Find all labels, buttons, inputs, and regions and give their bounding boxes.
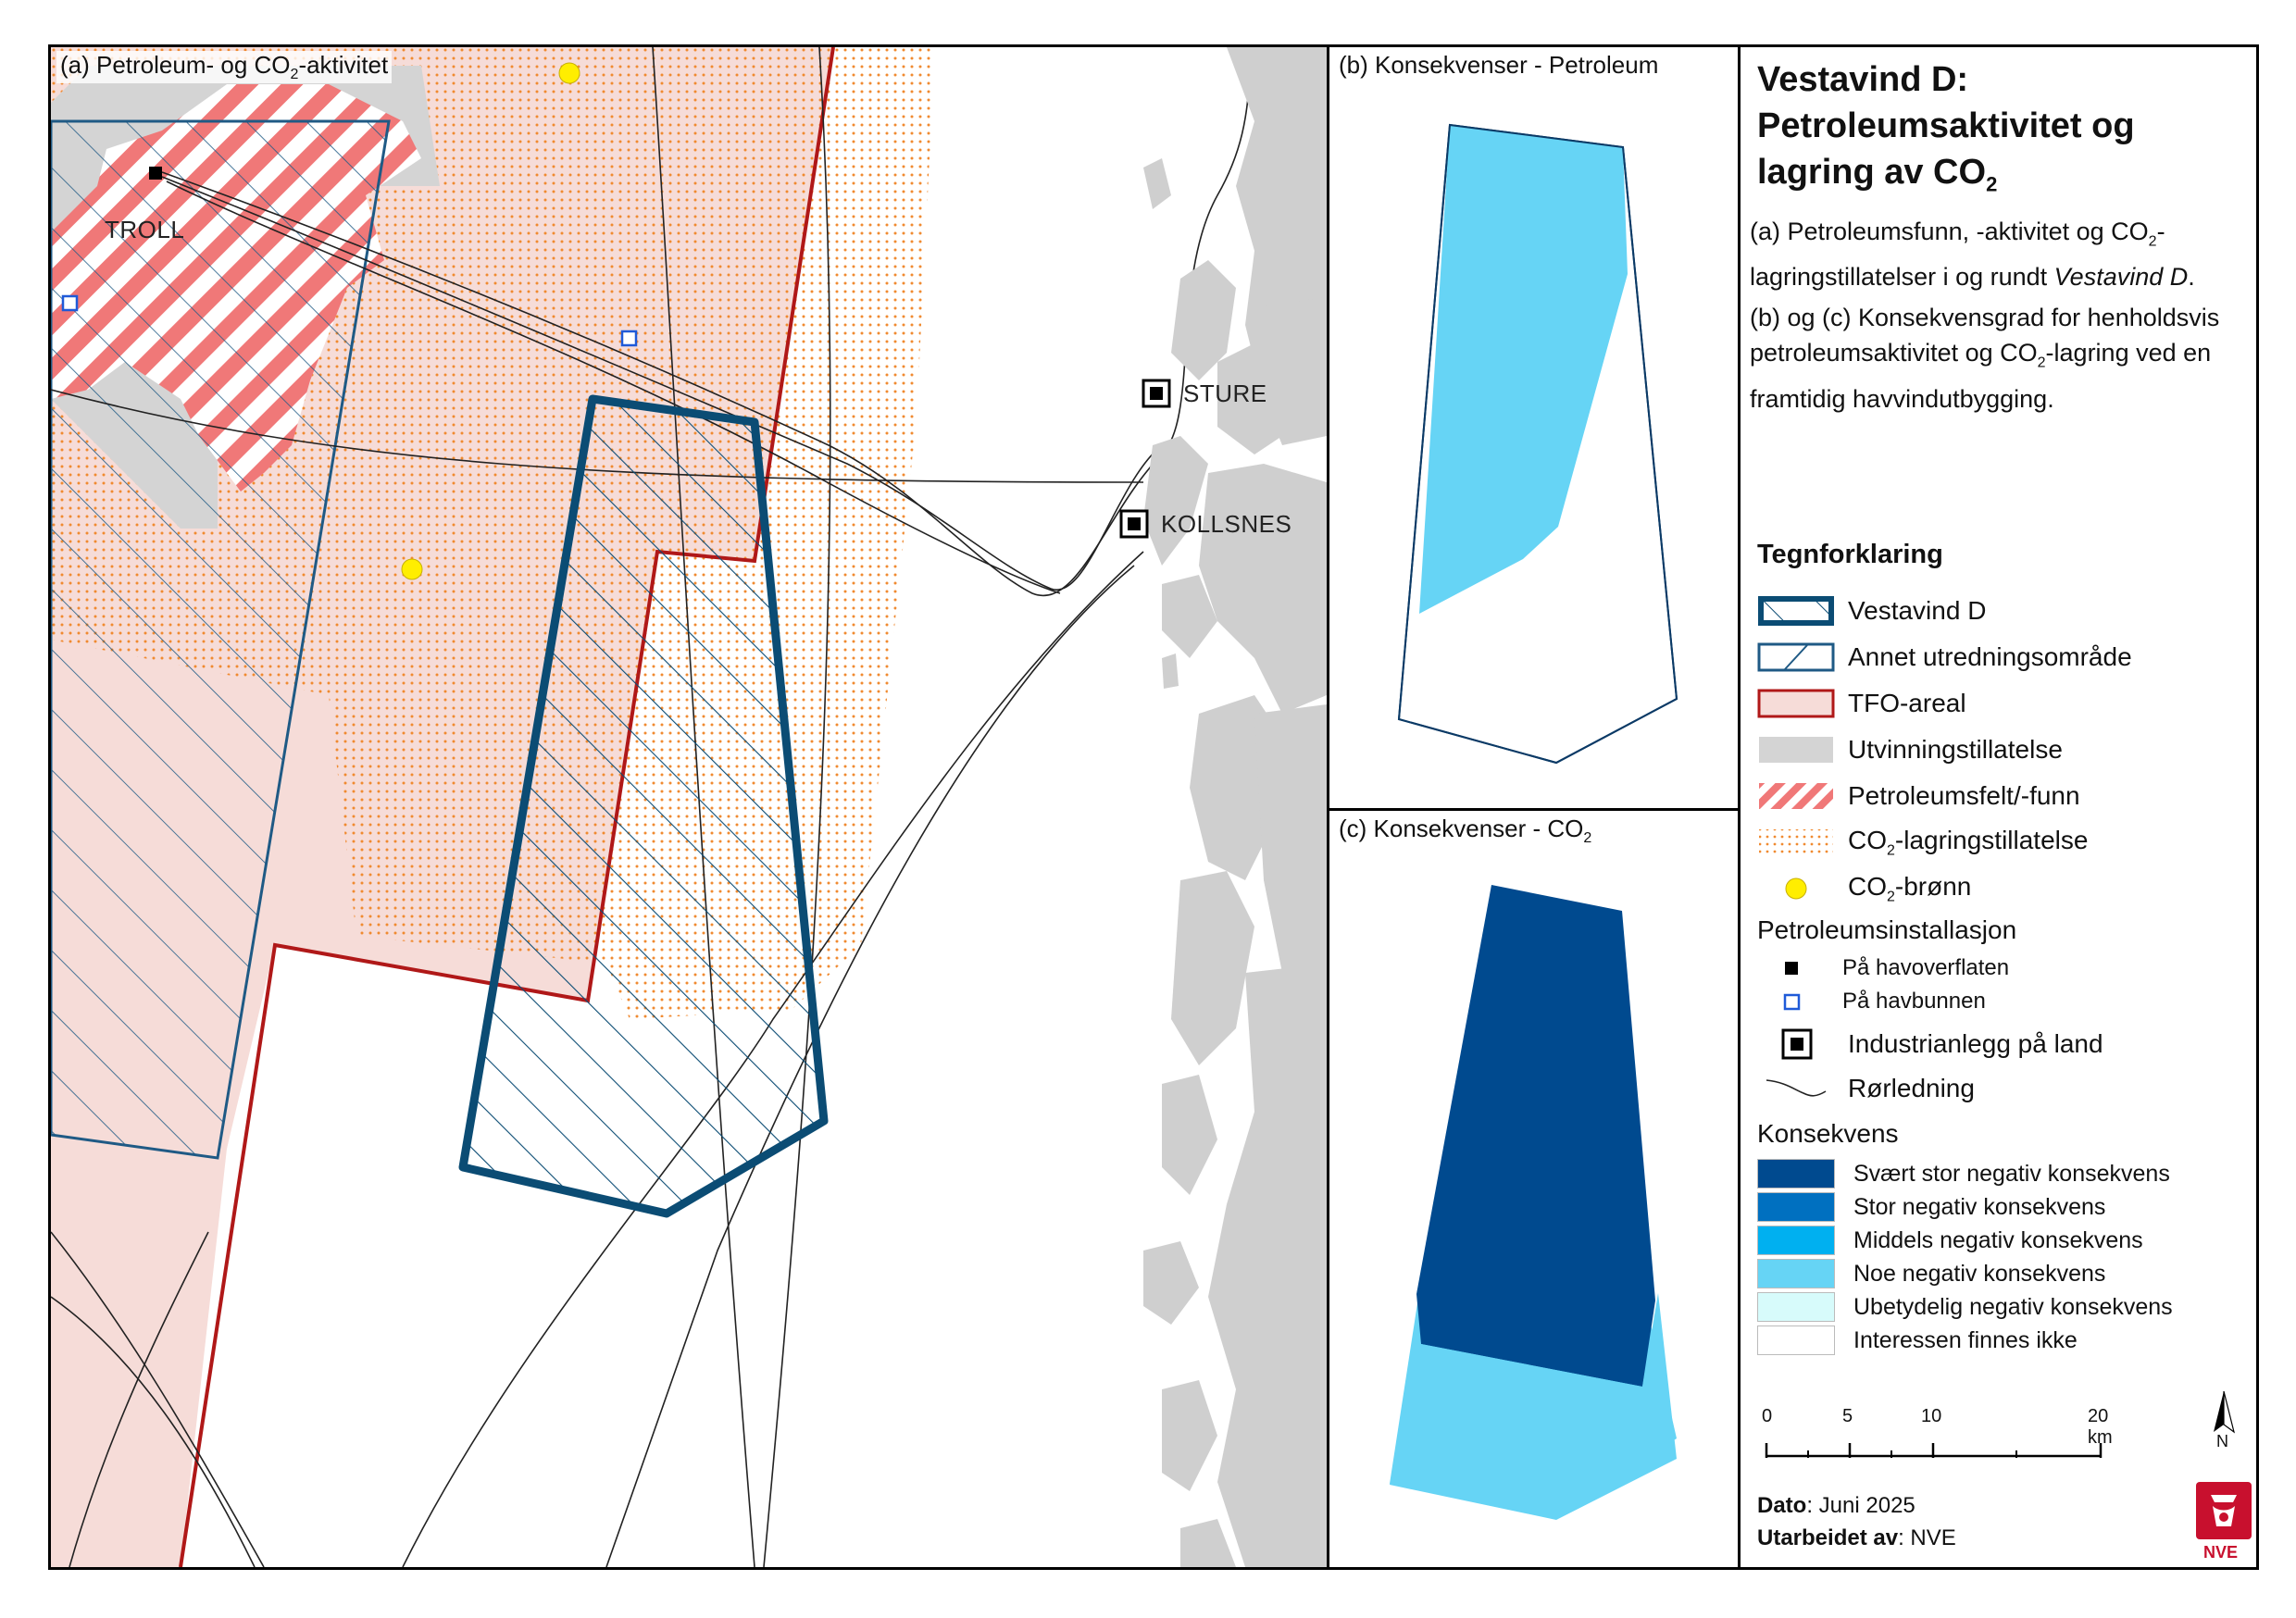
panel-b-petroleum: (b) Konsekvenser - Petroleum — [1329, 47, 1738, 808]
legend-title: Tegnforklaring — [1757, 540, 1943, 569]
legend-konsekvens-title: Konsekvens — [1757, 1119, 1899, 1148]
consequence-area-svaert-stor — [1416, 885, 1655, 1387]
legend-industrianlegg: Industrianlegg på land — [1757, 1027, 2103, 1062]
place-label-kollsnes: KOLLSNES — [1161, 510, 1292, 538]
panel-c-title: (c) Konsekvenser - CO2 — [1335, 815, 1596, 848]
legend-installasjon-overflate: På havoverflaten — [1778, 954, 2009, 982]
legend-vestavind: Vestavind D — [1757, 593, 1986, 629]
legend-co2-lagring: CO2-lagringstillatelse — [1757, 825, 2088, 860]
legend-konsekvens-stor: Stor negativ konsekvens — [1757, 1191, 2105, 1223]
legend-petroleumsfelt: Petroleumsfelt/-funn — [1757, 778, 2080, 814]
north-arrow-icon: N — [2208, 1389, 2240, 1454]
dato-text: Dato: Juni 2025 — [1757, 1493, 1915, 1518]
co2-well — [558, 62, 580, 84]
utarbeidet-text: Utarbeidet av: NVE — [1757, 1525, 1956, 1550]
installation-seabed — [620, 330, 638, 347]
legend-installasjon-havbunn: På havbunnen — [1778, 988, 1986, 1015]
panel-b-title: (b) Konsekvenser - Petroleum — [1335, 51, 1663, 80]
panel-b-svg — [1397, 123, 1678, 765]
legend-konsekvens-svaert-stor: Svært stor negativ konsekvens — [1757, 1158, 2170, 1189]
legend-utvinningstillatelse: Utvinningstillatelse — [1757, 732, 2063, 767]
installation-seabed — [61, 294, 79, 312]
map-title: Vestavind D: Petroleumsaktivitet og lagr… — [1757, 60, 2135, 196]
industrial-facility-sture — [1142, 379, 1171, 408]
panel-a-title: (a) Petroleum- og CO2-aktivitet — [56, 51, 393, 84]
installation-surface — [149, 167, 162, 180]
legend-rorledning: Rørledning — [1757, 1071, 1975, 1106]
industrial-facility-kollsnes — [1119, 509, 1149, 539]
side-panel: Vestavind D: Petroleumsaktivitet og lagr… — [1741, 47, 2256, 1567]
legend-co2-bronn: CO2-brønn — [1757, 871, 1971, 906]
legend-konsekvens-ubetydelig: Ubetydelig negativ konsekvens — [1757, 1291, 2173, 1323]
legend-tfo-areal: TFO-areal — [1757, 686, 1966, 721]
legend-konsekvens-middels: Middels negativ konsekvens — [1757, 1225, 2143, 1256]
legend-konsekvens-ikke: Interessen finnes ikke — [1757, 1325, 2078, 1356]
legend-installasjon-title: Petroleumsinstallasjon — [1757, 915, 2017, 944]
panel-c-svg — [1390, 885, 1677, 1520]
nve-logo: NVE — [2194, 1480, 2253, 1563]
land-archipelago — [1143, 47, 1327, 1567]
place-label-sture: STURE — [1183, 380, 1267, 407]
co2-well — [401, 558, 423, 580]
legend-konsekvens-noe: Noe negativ konsekvens — [1757, 1258, 2105, 1289]
place-label-troll: TROLL — [105, 216, 185, 243]
map-description: (a) Petroleumsfunn, -aktivitet og CO2-la… — [1750, 218, 2220, 413]
panel-a-svg — [51, 47, 1327, 1567]
scale-bar: 0 5 10 20 km — [1762, 1406, 2113, 1458]
legend-annet-utredningsomrade: Annet utredningsområde — [1757, 640, 2132, 675]
panel-a-map: (a) Petroleum- og CO2-aktivitet TROLL ST… — [51, 47, 1327, 1567]
panel-c-co2: (c) Konsekvenser - CO2 — [1329, 811, 1738, 1567]
